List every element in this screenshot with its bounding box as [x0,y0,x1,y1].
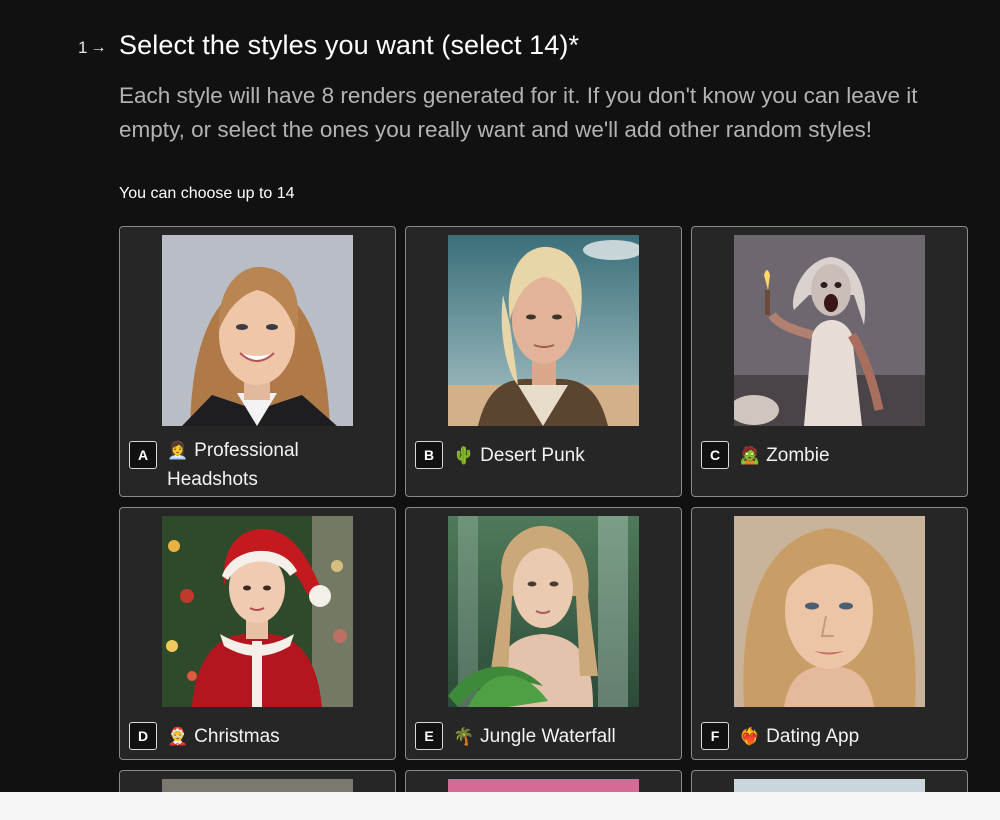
option-label: 🧟 Zombie [739,441,830,470]
heart-on-fire-icon: ❤️‍🔥 [739,727,761,746]
option-label-text: Dating App [766,726,860,747]
option-label: ❤️‍🔥 Dating App [739,722,859,751]
option-label: 🌴 Jungle Waterfall [453,722,616,751]
office-worker-icon: 👩‍💼 [167,441,189,460]
option-key-e: E [415,722,443,750]
option-dating-app[interactable]: F ❤️‍🔥 Dating App [691,507,968,760]
bottom-bar [0,792,1000,820]
selection-hint: You can choose up to 14 [119,185,295,202]
option-key-b: B [415,441,443,469]
option-jungle-waterfall[interactable]: E 🌴 Jungle Waterfall [405,507,682,760]
question-number-text: 1 [78,38,88,57]
question-number: 1 → [78,38,106,58]
question-description: Each style will have 8 renders generated… [119,83,918,142]
zombie-image [734,235,925,426]
option-label-text: Jungle Waterfall [480,726,616,747]
option-label-text: Zombie [766,445,830,466]
option-desert-punk[interactable]: B 🌵 Desert Punk [405,226,682,497]
option-key-d: D [129,722,157,750]
option-key-f: F [701,722,729,750]
option-label: 👩‍💼 Professional Headshots [167,436,367,494]
question-title: Select the styles you want (select 14)* [119,30,580,60]
professional-headshot-image [162,235,353,426]
option-key-a: A [129,441,157,469]
arrow-right-icon: → [90,39,107,56]
option-christmas[interactable]: D 🤶 Christmas [119,507,396,760]
option-zombie[interactable]: C 🧟 Zombie [691,226,968,497]
dating-app-image [734,516,925,707]
palm-tree-icon: 🌴 [453,727,475,746]
option-label-text: Christmas [194,726,280,747]
christmas-image [162,516,353,707]
jungle-waterfall-image [448,516,639,707]
option-key-c: C [701,441,729,469]
cactus-icon: 🌵 [453,446,475,465]
zombie-icon: 🧟 [739,446,761,465]
option-professional-headshots[interactable]: A 👩‍💼 Professional Headshots [119,226,396,497]
option-label: 🌵 Desert Punk [453,441,585,470]
option-label-text: Desert Punk [480,445,585,466]
mrs-claus-icon: 🤶 [167,727,189,746]
desert-punk-image [448,235,639,426]
option-label: 🤶 Christmas [167,722,280,751]
